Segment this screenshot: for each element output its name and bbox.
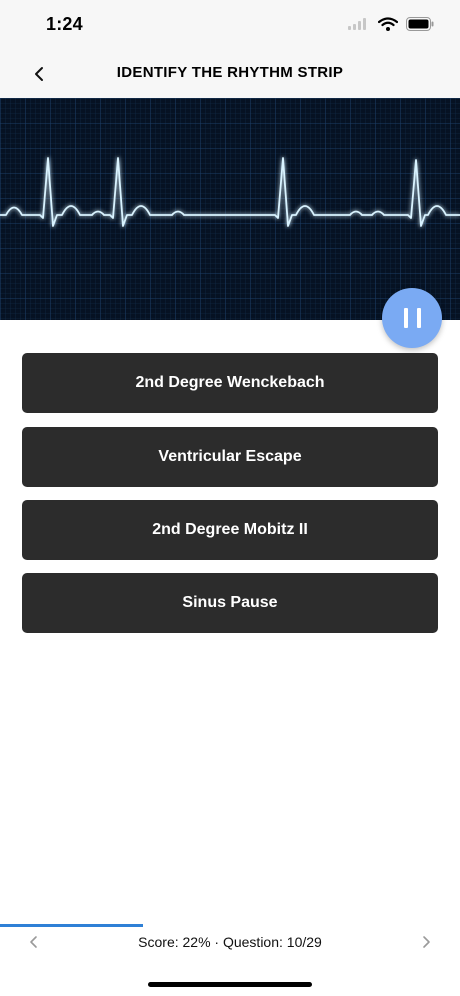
page-title: IDENTIFY THE RHYTHM STRIP (116, 64, 344, 81)
wifi-icon (378, 17, 398, 31)
ecg-strip-image (0, 98, 460, 320)
chevron-right-icon (423, 936, 430, 948)
battery-icon (406, 17, 434, 31)
score-text: Score: 22% · Question: 10/29 (138, 934, 322, 950)
pause-icon (403, 308, 408, 328)
signal-icon (348, 18, 366, 30)
bottom-bar: Score: 22% · Question: 10/29 (0, 920, 460, 996)
answer-button[interactable]: 2nd Degree Mobitz II (22, 500, 438, 560)
navigation-bar: IDENTIFY THE RHYTHM STRIP (0, 50, 460, 98)
next-question-button[interactable] (416, 932, 436, 952)
answer-button[interactable]: Ventricular Escape (22, 427, 438, 487)
answer-button[interactable]: 2nd Degree Wenckebach (22, 353, 438, 413)
pause-button[interactable] (382, 288, 442, 348)
progress-bar (0, 924, 460, 927)
answer-button[interactable]: Sinus Pause (22, 573, 438, 633)
pause-icon (416, 308, 421, 328)
status-icons (348, 17, 434, 31)
rhythm-strip (0, 98, 460, 320)
progress-fill (0, 924, 143, 927)
status-bar: 1:24 (0, 0, 460, 50)
home-indicator (148, 982, 312, 987)
strip-grid (0, 98, 460, 320)
status-time: 1:24 (46, 14, 83, 34)
